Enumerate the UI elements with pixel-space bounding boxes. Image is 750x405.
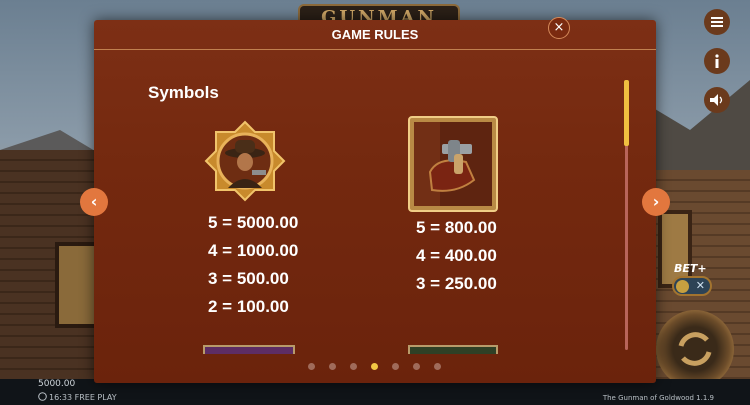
page-dot-5[interactable] [392, 363, 399, 370]
info-button[interactable] [704, 48, 730, 74]
page-dot-2[interactable] [329, 363, 336, 370]
payout-row: 3 = 250.00 [416, 274, 497, 293]
payout-row: 4 = 400.00 [416, 246, 497, 265]
spin-button[interactable] [656, 310, 734, 388]
left-building [0, 150, 99, 380]
toggle-off-icon: ✕ [695, 279, 705, 292]
modal-header: GAME RULES [94, 20, 656, 50]
spin-arrows-icon [678, 332, 712, 366]
game-rules-modal: GAME RULES [94, 20, 656, 383]
clock-icon [38, 392, 47, 401]
next-symbol-tile [408, 345, 498, 354]
toggle-knob [676, 280, 689, 293]
page-dot-4[interactable] [371, 363, 378, 370]
hamburger-icon [711, 17, 723, 27]
menu-button[interactable] [704, 9, 730, 35]
revolver-payouts: 5 = 800.00 4 = 400.00 3 = 250.00 [416, 214, 497, 298]
page-indicator [308, 363, 441, 370]
payout-row: 2 = 100.00 [208, 297, 289, 316]
page-dot-6[interactable] [413, 363, 420, 370]
page-dot-7[interactable] [434, 363, 441, 370]
clock-mode-text: 16:33 FREE PLAY [49, 393, 117, 402]
game-version: The Gunman of Goldwood 1.1.9 [602, 394, 714, 402]
bet-plus-toggle[interactable]: ✕ [672, 276, 712, 296]
payout-row: 5 = 800.00 [416, 218, 497, 237]
page-dot-1[interactable] [308, 363, 315, 370]
info-icon [715, 54, 719, 68]
close-button[interactable]: × [548, 17, 570, 39]
gunslinger-icon [204, 120, 286, 202]
sound-button[interactable] [704, 87, 730, 113]
scrollbar[interactable] [624, 80, 629, 350]
speaker-icon [710, 94, 723, 106]
payout-row: 5 = 5000.00 [208, 213, 299, 232]
next-page-button[interactable]: › [642, 188, 670, 216]
prev-page-button[interactable]: ‹ [80, 188, 108, 216]
scrollbar-thumb[interactable] [624, 80, 629, 146]
payout-row: 3 = 500.00 [208, 269, 289, 288]
payout-row: 4 = 1000.00 [208, 241, 299, 260]
next-symbol-tile [203, 345, 295, 354]
modal-title: GAME RULES [331, 27, 419, 42]
gunslinger-payouts: 5 = 5000.00 4 = 1000.00 3 = 500.00 2 = 1… [208, 209, 298, 321]
balance-value: 5000.00 [38, 379, 76, 389]
section-title: Symbols [148, 83, 219, 102]
bet-plus-label: BET+ [674, 262, 707, 275]
page-dot-3[interactable] [350, 363, 357, 370]
revolver-holster-icon [408, 116, 498, 212]
